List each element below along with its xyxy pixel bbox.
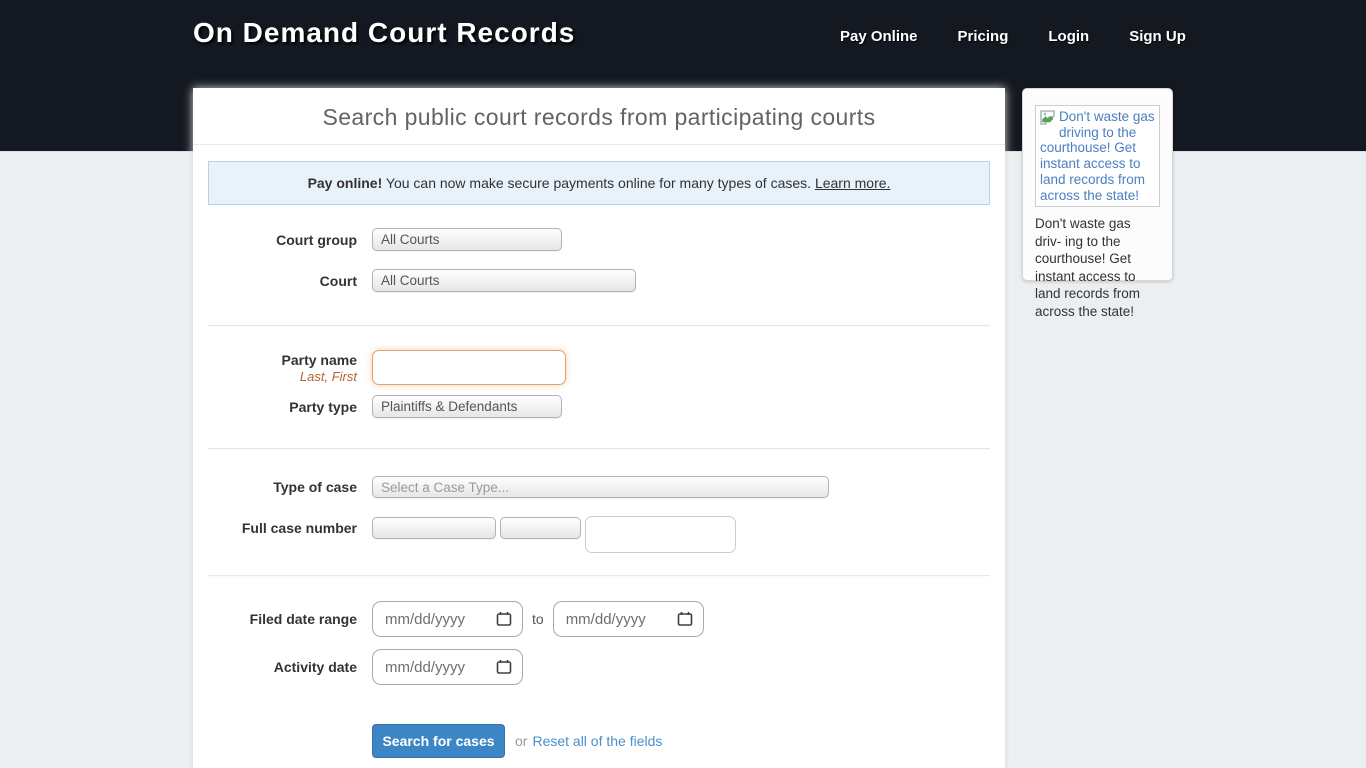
court-group-label: Court group <box>193 232 372 248</box>
nav-pay-online[interactable]: Pay Online <box>840 28 918 45</box>
top-navigation: Pay Online Pricing Login Sign Up <box>840 28 1186 45</box>
filed-date-to-placeholder: mm/dd/yyyy <box>566 611 677 628</box>
land-records-ad-card[interactable]: Don't waste gas driving to the courthous… <box>1022 88 1173 281</box>
ad-caption: Don't waste gas driv- ing to the courtho… <box>1035 215 1160 320</box>
search-for-cases-button[interactable]: Search for cases <box>372 724 505 758</box>
site-title: On Demand Court Records <box>193 17 575 49</box>
nav-pricing[interactable]: Pricing <box>958 28 1009 45</box>
case-number-part1-select[interactable] <box>372 517 496 539</box>
court-group-row: Court group All Courts <box>193 228 1005 251</box>
section-divider <box>208 325 990 327</box>
actions-row: Search for cases or Reset all of the fie… <box>193 724 1005 758</box>
activity-date-input[interactable]: mm/dd/yyyy <box>372 649 523 685</box>
section-divider <box>208 448 990 450</box>
party-name-hint: Last, First <box>193 369 357 384</box>
calendar-icon[interactable] <box>496 659 512 675</box>
party-name-row: Party name Last, First <box>193 350 1005 385</box>
activity-date-label: Activity date <box>193 659 372 675</box>
calendar-icon[interactable] <box>496 611 512 627</box>
banner-text: You can now make secure payments online … <box>382 175 815 191</box>
party-type-select[interactable]: Plaintiffs & Defendants <box>372 395 562 418</box>
panel-header: Search public court records from partici… <box>193 88 1005 145</box>
broken-image-icon <box>1040 110 1057 125</box>
case-number-row: Full case number <box>193 517 1005 553</box>
page: On Demand Court Records Pay Online Prici… <box>0 0 1366 768</box>
court-select[interactable]: All Courts <box>372 269 636 292</box>
search-panel: Search public court records from partici… <box>193 88 1005 768</box>
activity-date-placeholder: mm/dd/yyyy <box>385 659 496 676</box>
or-text: or <box>515 733 527 749</box>
party-name-label: Party name Last, First <box>193 350 372 384</box>
filed-date-range-label: Filed date range <box>193 611 372 627</box>
case-type-row: Type of case Select a Case Type... <box>193 476 1005 498</box>
filed-date-from-placeholder: mm/dd/yyyy <box>385 611 496 628</box>
calendar-icon[interactable] <box>677 611 693 627</box>
case-type-select[interactable]: Select a Case Type... <box>372 476 829 498</box>
court-value: All Courts <box>381 273 440 288</box>
section-divider <box>208 575 990 577</box>
court-label: Court <box>193 273 372 289</box>
party-type-value: Plaintiffs & Defendants <box>381 399 517 414</box>
party-name-input[interactable] <box>372 350 566 385</box>
banner-bold-text: Pay online! <box>308 175 383 191</box>
filed-date-range-row: Filed date range mm/dd/yyyy to mm/dd/yyy… <box>193 601 1005 637</box>
reset-fields-link[interactable]: Reset all of the fields <box>532 733 662 749</box>
case-type-placeholder: Select a Case Type... <box>381 480 509 495</box>
case-number-label: Full case number <box>193 517 372 536</box>
filed-date-to-input[interactable]: mm/dd/yyyy <box>553 601 704 637</box>
party-type-label: Party type <box>193 399 372 415</box>
court-group-value: All Courts <box>381 232 440 247</box>
nav-login[interactable]: Login <box>1048 28 1089 45</box>
case-number-part3-input[interactable] <box>585 516 736 553</box>
court-row: Court All Courts <box>193 269 1005 292</box>
ad-broken-image-box[interactable]: Don't waste gas driving to the courthous… <box>1035 105 1160 207</box>
filed-date-from-input[interactable]: mm/dd/yyyy <box>372 601 523 637</box>
pay-online-banner: Pay online! You can now make secure paym… <box>208 161 990 205</box>
case-type-label: Type of case <box>193 479 372 495</box>
nav-sign-up[interactable]: Sign Up <box>1129 28 1186 45</box>
court-group-select[interactable]: All Courts <box>372 228 562 251</box>
case-number-group <box>372 517 736 553</box>
party-type-row: Party type Plaintiffs & Defendants <box>193 395 1005 418</box>
case-number-part2-select[interactable] <box>500 517 581 539</box>
page-title: Search public court records from partici… <box>203 104 995 131</box>
activity-date-row: Activity date mm/dd/yyyy <box>193 649 1005 685</box>
ad-image-alt-text: Don't waste gas driving to the courthous… <box>1040 109 1155 203</box>
date-range-joiner: to <box>532 611 544 627</box>
learn-more-link[interactable]: Learn more. <box>815 175 890 191</box>
